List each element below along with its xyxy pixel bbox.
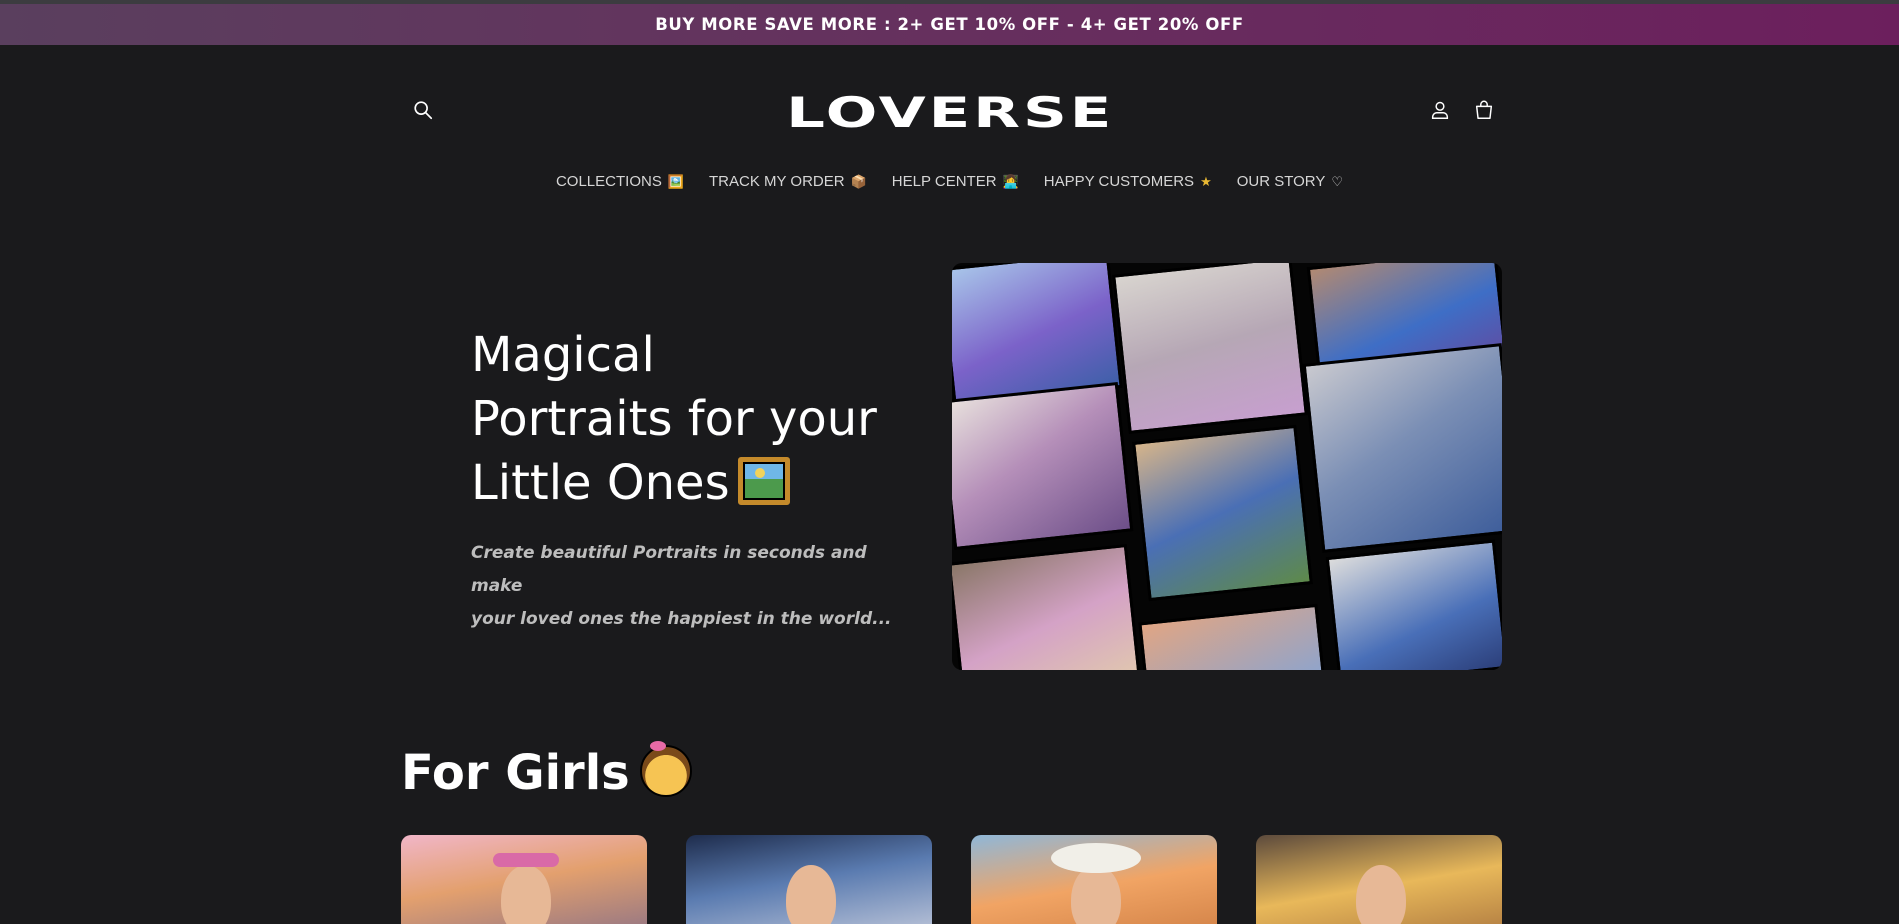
girl-icon: [639, 741, 692, 797]
search-icon: [414, 101, 433, 120]
nav-label: HELP CENTER: [891, 173, 997, 190]
section-title-text: For Girls: [401, 745, 630, 801]
product-card[interactable]: [686, 835, 932, 924]
site-logo[interactable]: LOVERSE: [760, 87, 1140, 137]
portrait-photo: [1138, 603, 1326, 670]
technologist-icon: 👩‍💻: [1002, 174, 1019, 189]
portrait-photo: [1302, 343, 1502, 553]
hero-portrait-collage: [952, 263, 1502, 670]
nav-label: TRACK MY ORDER: [709, 173, 845, 190]
cart-button[interactable]: [1464, 90, 1504, 130]
site-header: LOVERSE COLLECTIONS 🖼️ TRACK MY ORDER 📦 HE…: [0, 45, 1899, 220]
package-icon: 📦: [850, 174, 867, 189]
logo-text: LOVERSE: [785, 87, 1115, 137]
hero-subtitle-line: Create beautiful Portraits in seconds an…: [471, 543, 867, 596]
product-image-detail: [493, 853, 559, 867]
hero-subtitle-line: your loved ones the happiest in the worl…: [471, 609, 892, 629]
hero-title: Magical Portraits for your Little Ones: [471, 323, 911, 515]
nav-item-happy-customers[interactable]: HAPPY CUSTOMERS ★: [1044, 173, 1212, 190]
portrait-photo: [952, 382, 1134, 550]
product-image: [786, 865, 836, 924]
product-card[interactable]: [971, 835, 1217, 924]
portrait-photo: [1325, 539, 1502, 670]
picture-frame-icon: 🖼️: [667, 174, 685, 189]
framed-picture-icon: [737, 457, 790, 505]
nav-label: COLLECTIONS: [555, 173, 662, 190]
section-title: For Girls: [401, 741, 692, 805]
hero-title-line: Magical: [471, 327, 655, 383]
nav-item-our-story[interactable]: OUR STORY ♡: [1237, 173, 1343, 190]
main-navigation: COLLECTIONS 🖼️ TRACK MY ORDER 📦 HELP CENTE…: [0, 173, 1899, 190]
nav-label: HAPPY CUSTOMERS: [1043, 173, 1195, 190]
product-image: [1356, 865, 1406, 924]
search-button[interactable]: [403, 90, 443, 130]
hero-text-block: Magical Portraits for your Little Ones C…: [471, 323, 911, 636]
nav-item-help-center[interactable]: HELP CENTER 👩‍💻: [892, 173, 1019, 190]
nav-item-collections[interactable]: COLLECTIONS 🖼️: [556, 173, 684, 190]
star-icon: ★: [1200, 174, 1212, 189]
product-image: [1071, 865, 1121, 924]
product-card[interactable]: [401, 835, 647, 924]
nav-item-track-order[interactable]: TRACK MY ORDER 📦: [709, 173, 867, 190]
cart-icon: [1475, 100, 1493, 119]
portrait-photo: [1132, 424, 1313, 602]
announcement-text: BUY MORE SAVE MORE : 2+ GET 10% OFF - 4+…: [655, 15, 1244, 34]
product-card[interactable]: [1256, 835, 1502, 924]
account-button[interactable]: [1420, 90, 1460, 130]
nav-label: OUR STORY: [1236, 173, 1326, 190]
portrait-photo: [1112, 263, 1308, 434]
user-icon: [1431, 101, 1449, 119]
portrait-photo: [952, 543, 1141, 670]
hero-subtitle: Create beautiful Portraits in seconds an…: [471, 537, 911, 636]
announcement-bar: BUY MORE SAVE MORE : 2+ GET 10% OFF - 4+…: [0, 4, 1899, 45]
product-image-detail: [1051, 843, 1141, 873]
product-grid: [401, 835, 1502, 924]
product-image: [501, 865, 551, 924]
hero-title-line: Little Ones: [471, 455, 730, 511]
heart-icon: ♡: [1331, 174, 1344, 189]
hero-title-line: Portraits for your: [471, 391, 877, 447]
